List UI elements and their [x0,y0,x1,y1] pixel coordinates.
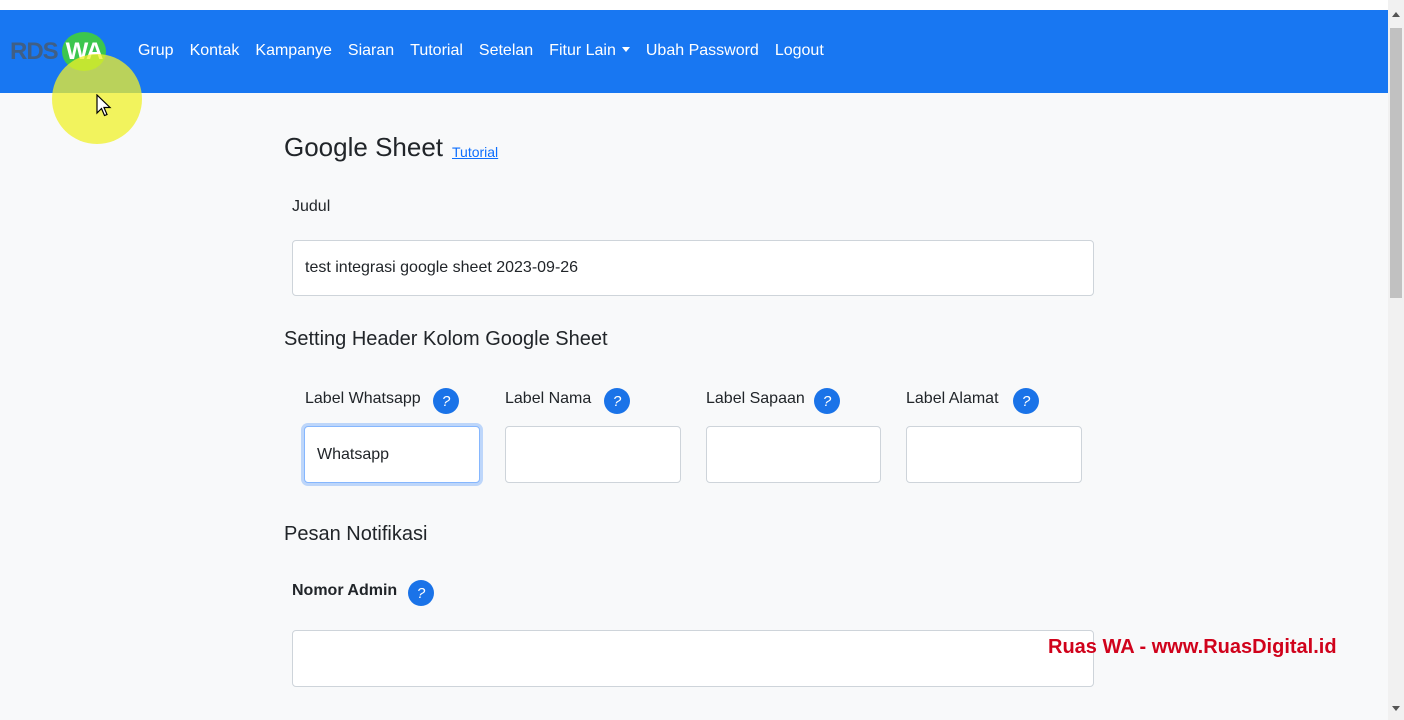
label-alamat-label: Label Alamat [906,390,999,407]
label-whatsapp-value: Whatsapp [317,445,390,463]
tutorial-link[interactable]: Tutorial [452,144,498,160]
help-whatsapp-icon[interactable]: ? [433,388,459,414]
help-sapaan-icon[interactable]: ? [814,388,840,414]
vertical-scrollbar[interactable] [1388,0,1404,720]
label-alamat-input[interactable] [906,426,1082,483]
judul-input[interactable]: test integrasi google sheet 2023-09-26 [292,240,1094,296]
brand-logo[interactable]: RDS WA [10,32,107,71]
nav-fitur-lain-dropdown[interactable]: Fitur Lain [549,42,630,60]
help-nama-icon[interactable]: ? [604,388,630,414]
notif-section-title: Pesan Notifikasi [284,523,428,545]
nav-siaran[interactable]: Siaran [348,42,394,60]
label-sapaan-label: Label Sapaan [706,390,805,407]
top-strip [0,0,1388,10]
judul-input-value: test integrasi google sheet 2023-09-26 [305,259,579,276]
label-whatsapp-input[interactable]: Whatsapp [304,426,480,483]
header-section-title: Setting Header Kolom Google Sheet [284,328,608,350]
label-nama-input[interactable] [505,426,681,483]
help-nomor-admin-icon[interactable]: ? [408,580,434,606]
scroll-down-icon[interactable] [1392,706,1400,711]
nav-kontak[interactable]: Kontak [190,42,240,60]
nav-tutorial[interactable]: Tutorial [410,42,463,60]
label-sapaan-input[interactable] [706,426,881,483]
brand-text-wa: WA [61,32,107,71]
brand-text-rds: RDS [10,38,59,65]
navbar: RDS WA Grup Kontak Kampanye Siaran Tutori… [0,10,1388,93]
watermark-text: Ruas WA - www.RuasDigital.id [1048,636,1337,658]
scroll-thumb[interactable] [1390,28,1402,298]
nav-setelan[interactable]: Setelan [479,42,533,60]
nav-kampanye[interactable]: Kampanye [255,42,332,60]
nomor-admin-label: Nomor Admin [292,582,398,599]
nav-ubah-password[interactable]: Ubah Password [646,42,759,60]
nav-grup[interactable]: Grup [138,42,174,60]
label-nama-label: Label Nama [505,390,592,407]
help-alamat-icon[interactable]: ? [1013,388,1039,414]
mouse-cursor-icon [96,94,112,117]
nomor-admin-input[interactable] [292,630,1094,687]
nav-logout[interactable]: Logout [775,42,824,60]
label-whatsapp-label: Label Whatsapp [305,390,421,407]
nav-fitur-lain-label: Fitur Lain [549,42,616,59]
page-title: Google Sheet [284,132,444,162]
scroll-up-icon[interactable] [1392,12,1400,17]
judul-label: Judul [292,198,331,215]
nav-links: Grup Kontak Kampanye Siaran Tutorial Set… [138,42,840,60]
caret-down-icon [621,47,630,52]
